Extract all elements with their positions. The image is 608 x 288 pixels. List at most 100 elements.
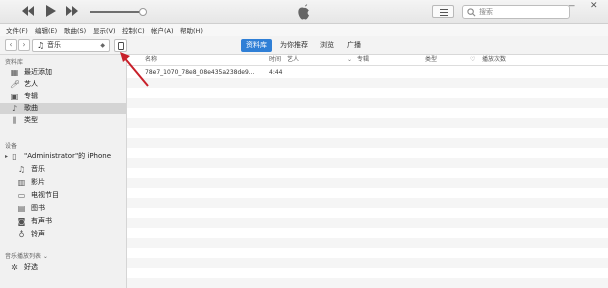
recently-added-icon: ▦ xyxy=(10,68,19,77)
volume-fill xyxy=(90,11,139,13)
genre-icon: ⫼ xyxy=(12,116,17,125)
next-track-button[interactable] xyxy=(64,4,80,18)
sidebar-device-item-tv-shows[interactable]: ▭ 电视节目 xyxy=(0,190,126,201)
album-icon: ▣ xyxy=(10,92,19,101)
sidebar-item-label: 图书 xyxy=(31,204,45,212)
menu-song[interactable]: 歌曲(S) xyxy=(64,25,86,35)
sidebar-item-label: 歌曲 xyxy=(24,104,38,112)
player-bar: — ✕ 搜索 xyxy=(0,0,608,24)
empty-row xyxy=(127,108,608,118)
sidebar-item-label: 类型 xyxy=(24,116,38,124)
menu-file[interactable]: 文件(F) xyxy=(6,25,28,35)
sidebar-item-label: 有声书 xyxy=(31,217,52,225)
empty-row xyxy=(127,268,608,278)
column-header-genre[interactable]: 类型 xyxy=(425,55,437,65)
sidebar-item-label: 专辑 xyxy=(24,92,38,100)
empty-row xyxy=(127,138,608,148)
sidebar-item-albums[interactable]: ▣ 专辑 xyxy=(0,91,126,102)
column-header-album[interactable]: 专辑 xyxy=(357,55,369,65)
table-row[interactable]: 78e7_1070_78e8_08e435a238de9... 4:44 xyxy=(127,68,608,78)
audiobook-icon: ◙ xyxy=(17,217,26,226)
empty-row xyxy=(127,178,608,188)
empty-row xyxy=(127,278,608,288)
empty-row xyxy=(127,188,608,198)
column-header-artist[interactable]: 艺人 xyxy=(287,55,299,65)
empty-row xyxy=(127,198,608,208)
close-button[interactable]: ✕ xyxy=(590,1,598,11)
menu-edit[interactable]: 编辑(E) xyxy=(35,25,57,35)
devices-section-header: 设备 xyxy=(5,143,18,150)
sidebar-playlist-genius[interactable]: ✲ 好选 xyxy=(0,262,126,273)
empty-row xyxy=(127,88,608,98)
list-view-button[interactable] xyxy=(432,5,454,18)
sidebar-device-item-audiobooks[interactable]: ◙ 有声书 xyxy=(0,216,126,227)
iphone-icon: ▯ xyxy=(12,152,17,161)
menu-view[interactable]: 显示(V) xyxy=(93,25,116,35)
sort-arrow-icon: ⌄ xyxy=(347,56,353,63)
empty-row xyxy=(127,128,608,138)
sidebar-item-label: 艺人 xyxy=(24,80,38,88)
sidebar-item-label: 铃声 xyxy=(31,230,45,238)
sidebar-device-item-ringtones[interactable]: ♁ 铃声 xyxy=(0,229,126,240)
menu-control[interactable]: 控制(C) xyxy=(122,25,145,35)
back-button[interactable]: ‹ xyxy=(5,39,17,51)
menu-help[interactable]: 帮助(H) xyxy=(180,25,203,35)
volume-slider[interactable] xyxy=(90,8,147,16)
media-type-select[interactable]: ♫ 音乐 ◆ xyxy=(32,39,110,52)
sidebar-item-label: 最近添加 xyxy=(24,68,52,76)
artist-icon: 🎤︎ xyxy=(10,80,21,89)
empty-row xyxy=(127,208,608,218)
empty-row xyxy=(127,118,608,128)
sidebar-device-iphone[interactable]: ▸ ▯ "Administrator"的 iPhone xyxy=(0,151,126,162)
sidebar-item-label: 影片 xyxy=(31,178,45,186)
music-note-icon: ♫ xyxy=(37,41,45,50)
play-button[interactable] xyxy=(42,4,58,18)
forward-button[interactable]: › xyxy=(18,39,30,51)
sidebar-item-songs[interactable]: ♪ 歌曲 xyxy=(0,103,126,114)
volume-knob[interactable] xyxy=(139,8,147,16)
rewind-icon xyxy=(22,6,34,16)
tab-library[interactable]: 资料库 xyxy=(241,39,272,52)
ringtone-icon: ♁ xyxy=(18,230,25,239)
search-icon xyxy=(467,8,476,17)
column-header-plays[interactable]: 播放次数 xyxy=(482,55,506,65)
annotation-arrow-icon xyxy=(120,52,149,87)
movie-icon: ▥ xyxy=(17,178,26,187)
fast-forward-icon xyxy=(66,6,78,16)
column-header-time[interactable]: 时间 xyxy=(269,55,281,65)
empty-row xyxy=(127,98,608,108)
sidebar-device-item-music[interactable]: ♫ 音乐 xyxy=(0,164,126,175)
menu-bar: 文件(F) 编辑(E) 歌曲(S) 显示(V) 控制(C) 帐户(A) 帮助(H… xyxy=(0,24,608,36)
tab-browse[interactable]: 浏览 xyxy=(315,39,339,52)
sidebar-item-artists[interactable]: 🎤︎ 艺人 xyxy=(0,79,126,90)
sidebar-item-genres[interactable]: ⫼ 类型 xyxy=(0,115,126,126)
empty-row xyxy=(127,158,608,168)
sidebar-device-item-books[interactable]: ▤ 图书 xyxy=(0,203,126,214)
iphone-icon xyxy=(118,42,124,50)
library-section-header: 资料库 xyxy=(5,59,24,66)
tab-radio[interactable]: 广播 xyxy=(342,39,366,52)
genius-icon: ✲ xyxy=(11,263,18,272)
header-divider xyxy=(127,65,608,66)
search-input[interactable]: 搜索 xyxy=(462,5,570,19)
playlists-section-header[interactable]: 音乐播放列表 ⌄ xyxy=(5,251,48,260)
sidebar-item-recently-added[interactable]: ▦ 最近添加 xyxy=(0,67,126,78)
sidebar: 资料库 ▦ 最近添加 🎤︎ 艺人 ▣ 专辑 ♪ 歌曲 ⫼ 类型 设备 ▸ ▯ "… xyxy=(0,55,127,288)
empty-row xyxy=(127,218,608,228)
sidebar-device-item-movies[interactable]: ▥ 影片 xyxy=(0,177,126,188)
media-type-label: 音乐 xyxy=(47,41,61,49)
book-icon: ▤ xyxy=(17,204,26,213)
chevron-right-icon: › xyxy=(22,40,26,49)
empty-row xyxy=(127,258,608,268)
previous-track-button[interactable] xyxy=(20,4,36,18)
empty-row xyxy=(127,78,608,88)
list-icon xyxy=(440,9,448,16)
empty-row xyxy=(127,228,608,238)
empty-row xyxy=(127,168,608,178)
music-icon: ♫ xyxy=(17,165,26,174)
menu-account[interactable]: 帐户(A) xyxy=(151,25,174,35)
song-icon: ♪ xyxy=(11,104,18,113)
heart-icon: ♡ xyxy=(470,56,476,63)
tab-for-you[interactable]: 为你推荐 xyxy=(275,39,313,52)
chevron-updown-icon: ◆ xyxy=(100,42,105,49)
